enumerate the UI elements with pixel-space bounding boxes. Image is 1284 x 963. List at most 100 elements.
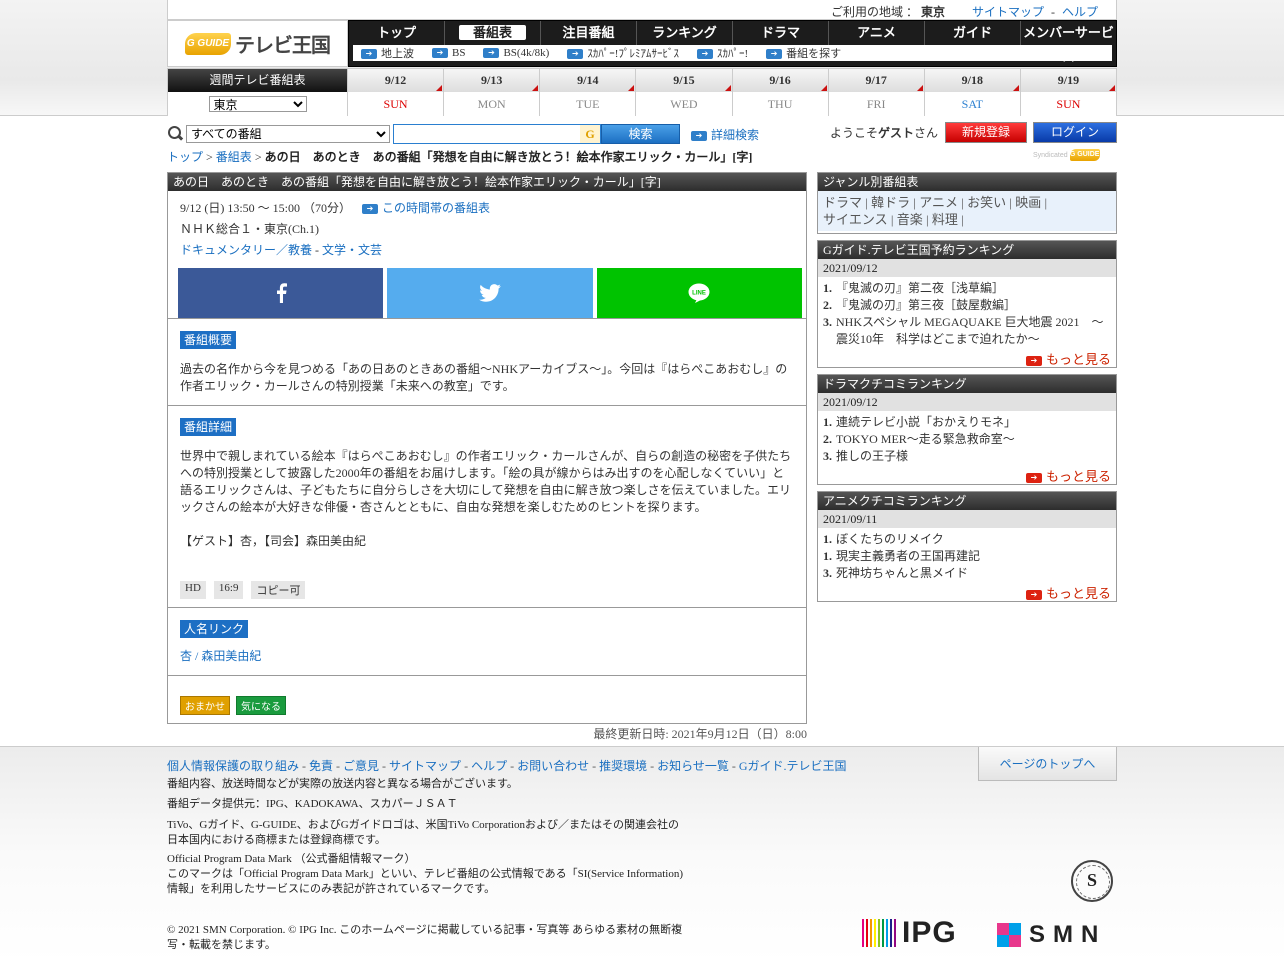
help-link[interactable]: ヘルプ bbox=[1062, 5, 1098, 19]
day-column[interactable]: 9/14 TUE bbox=[540, 68, 637, 116]
facebook-share-button[interactable] bbox=[178, 268, 384, 318]
more-link[interactable]: ➔ もっと見る bbox=[1025, 349, 1111, 368]
day-date[interactable]: 9/15 bbox=[636, 69, 732, 92]
ranking-item[interactable]: 2. 『鬼滅の刃』第三夜［鼓屋敷編］ bbox=[823, 297, 1111, 314]
footer-link[interactable]: 免責 bbox=[309, 759, 333, 773]
page-top-button[interactable]: ページのトップへ bbox=[978, 747, 1117, 781]
breadcrumb-schedule[interactable]: 番組表 bbox=[216, 150, 252, 164]
ranking-item[interactable]: 1. 『鬼滅の刃』第二夜［浅草編］ bbox=[823, 280, 1111, 297]
ranking-item[interactable]: 1. ぼくたちのリメイク bbox=[823, 531, 1111, 548]
genre-link[interactable]: 音楽 bbox=[897, 212, 923, 227]
day-column[interactable]: 9/19 SUN bbox=[1020, 68, 1117, 116]
footer-link[interactable]: サイトマップ bbox=[389, 759, 461, 773]
nav-tab-7[interactable]: メンバーサービス bbox=[1021, 21, 1116, 64]
category-select[interactable]: すべての番組 bbox=[186, 125, 390, 143]
ranking-item[interactable]: 3. NHKスペシャル MEGAQUAKE 巨大地震 2021 〜震災10年 科学… bbox=[823, 314, 1111, 348]
timeslot-link[interactable]: ➔ この時間帯の番組表 bbox=[362, 201, 490, 215]
genre-link[interactable]: 料理 bbox=[932, 212, 958, 227]
genre-link[interactable]: ドラマ bbox=[823, 195, 862, 210]
login-button[interactable]: ログイン bbox=[1033, 122, 1117, 143]
footer-link[interactable]: 個人情報保護の取り組み bbox=[167, 759, 299, 773]
footer-link[interactable]: 推奨環境 bbox=[599, 759, 647, 773]
day-date[interactable]: 9/17 bbox=[828, 69, 924, 92]
day-weekday[interactable]: THU bbox=[732, 92, 828, 116]
arrow-icon: ➔ bbox=[1025, 473, 1042, 484]
day-weekday[interactable]: FRI bbox=[828, 92, 924, 116]
day-column[interactable]: 9/12 SUN bbox=[348, 68, 445, 116]
day-date[interactable]: 9/14 bbox=[540, 69, 636, 92]
register-button[interactable]: 新規登録 bbox=[945, 122, 1027, 143]
footer-link[interactable]: お知らせ一覧 bbox=[657, 759, 729, 773]
ranking-item[interactable]: 1. 連続テレビ小説「おかえりモネ」 bbox=[823, 414, 1111, 431]
line-share-button[interactable]: LINE bbox=[596, 268, 802, 318]
weekly-schedule-title[interactable]: 週間テレビ番組表 bbox=[168, 69, 347, 92]
ranking-item[interactable]: 1. 現実主義勇者の王国再建記 bbox=[823, 548, 1111, 565]
subnav-item-3[interactable]: ➔ ｽｶﾊﾟｰ!ﾌﾟﾚﾐｱﾑｻｰﾋﾞｽ bbox=[567, 45, 679, 61]
day-column[interactable]: 9/17 FRI bbox=[828, 68, 925, 116]
reservation-ranking-title: Gガイド.テレビ王国予約ランキング bbox=[818, 241, 1116, 259]
footer-link[interactable]: ご意見 bbox=[343, 759, 379, 773]
day-weekday[interactable]: TUE bbox=[540, 92, 636, 116]
sitemap-link[interactable]: サイトマップ bbox=[972, 5, 1044, 19]
person-link-an[interactable]: 杏 bbox=[180, 649, 192, 663]
breadcrumb: トップ > 番組表 > あの日 あのとき あの番組「発想を自由に解き放とう！絵本… bbox=[167, 150, 753, 164]
ranking-item[interactable]: 2. TOKYO MER～走る緊急救命室～ bbox=[823, 431, 1111, 448]
genre-link-literature[interactable]: 文学・文芸 bbox=[322, 243, 382, 257]
footer-link[interactable]: ヘルプ bbox=[471, 759, 507, 773]
day-weekday[interactable]: SAT bbox=[924, 92, 1020, 116]
subnav-item-5[interactable]: ➔ 番組を探す bbox=[766, 45, 841, 61]
keyword-input[interactable]: G bbox=[393, 124, 601, 144]
site-logo[interactable]: G GUIDE テレビ王国 bbox=[167, 20, 348, 67]
nav-tab-0[interactable]: トップ bbox=[349, 21, 445, 45]
nav-tab-6[interactable]: ガイド bbox=[925, 21, 1021, 45]
day-weekday[interactable]: MON bbox=[444, 92, 540, 116]
subnav-item-4[interactable]: ➔ ｽｶﾊﾟｰ! bbox=[696, 45, 748, 61]
genre-link-documentary[interactable]: ドキュメンタリー／教養 bbox=[180, 243, 312, 257]
region-value[interactable]: 東京 bbox=[921, 5, 945, 19]
day-date[interactable]: 9/16 bbox=[732, 69, 828, 92]
day-date[interactable]: 9/12 bbox=[348, 69, 444, 92]
genre-link[interactable]: サイエンス bbox=[823, 212, 888, 227]
genre-link[interactable]: お笑い bbox=[967, 195, 1006, 210]
area-select[interactable]: 東京 bbox=[208, 96, 307, 112]
nav-tab-2[interactable]: 注目番組 bbox=[541, 21, 637, 45]
day-column[interactable]: 9/15 WED bbox=[636, 68, 733, 116]
advanced-search-link[interactable]: ➔ 詳細検索 bbox=[691, 126, 759, 143]
genre-link[interactable]: 韓ドラ bbox=[871, 195, 910, 210]
genre-link[interactable]: アニメ bbox=[919, 195, 958, 210]
ranking-item[interactable]: 3. 死神坊ちゃんと黒メイド bbox=[823, 565, 1111, 582]
more-link[interactable]: ➔ もっと見る bbox=[1025, 466, 1111, 485]
drama-ranking: ドラマクチコミランキング 2021/09/12 1. 連続テレビ小説「おかえりモネ… bbox=[817, 374, 1117, 485]
day-column[interactable]: 9/13 MON bbox=[444, 68, 541, 116]
nav-tab-1[interactable]: 番組表 bbox=[445, 21, 541, 45]
nav-tab-5[interactable]: アニメ bbox=[829, 21, 925, 45]
subnav-item-2[interactable]: ➔ BS(4k/8k) bbox=[483, 47, 549, 59]
subnav-item-1[interactable]: ➔ BS bbox=[432, 47, 465, 59]
search-button[interactable]: 検索 bbox=[601, 124, 680, 144]
genre-link[interactable]: 映画 bbox=[1015, 195, 1041, 210]
subnav-item-0[interactable]: ➔ 地上波 bbox=[361, 45, 414, 61]
nav-tab-4[interactable]: ドラマ bbox=[733, 21, 829, 45]
kininaru-button[interactable]: 気になる bbox=[236, 696, 286, 715]
omakase-button[interactable]: おまかせ bbox=[180, 696, 230, 715]
person-link-morita[interactable]: 森田美由紀 bbox=[201, 649, 261, 663]
twitter-share-button[interactable] bbox=[387, 268, 593, 318]
footer-separator: - bbox=[650, 759, 655, 773]
day-column[interactable]: 9/18 SAT bbox=[924, 68, 1021, 116]
footer-link[interactable]: Gガイド.テレビ王国 bbox=[739, 759, 847, 773]
day-weekday[interactable]: SUN bbox=[348, 92, 444, 116]
gguide-small-icon: G bbox=[580, 125, 600, 143]
official-program-data-mark-icon: S bbox=[1071, 860, 1113, 902]
day-weekday[interactable]: WED bbox=[636, 92, 732, 116]
nav-tab-3[interactable]: ランキング bbox=[637, 21, 733, 45]
footer-link[interactable]: お問い合わせ bbox=[517, 759, 589, 773]
breadcrumb-top[interactable]: トップ bbox=[167, 150, 203, 164]
ranking-item[interactable]: 3. 推しの王子様 bbox=[823, 448, 1111, 465]
day-date[interactable]: 9/13 bbox=[444, 69, 540, 92]
day-date[interactable]: 9/18 bbox=[924, 69, 1020, 92]
day-column[interactable]: 9/16 THU bbox=[732, 68, 829, 116]
day-weekday[interactable]: SUN bbox=[1020, 92, 1116, 116]
more-link[interactable]: ➔ もっと見る bbox=[1025, 583, 1111, 602]
day-date[interactable]: 9/19 bbox=[1020, 69, 1116, 92]
svg-text:LINE: LINE bbox=[692, 291, 706, 297]
